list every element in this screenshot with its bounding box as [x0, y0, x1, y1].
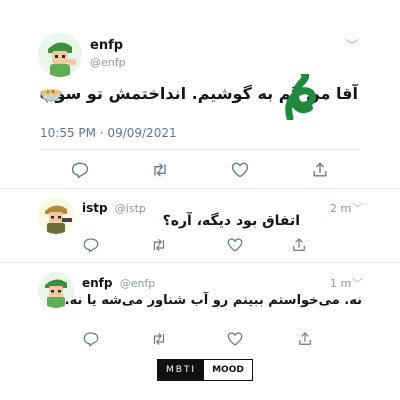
- tweet-separator: [0, 188, 400, 189]
- brand-left-label: MBTI: [158, 360, 205, 380]
- reply-icon[interactable]: [82, 330, 100, 348]
- chevron-down-icon[interactable]: ﹀: [345, 36, 359, 56]
- reply-text: نه. می‌خواستم ببینم رو آب شناور می‌شه یا…: [64, 293, 362, 308]
- main-tweet: enfp @enfp ﹀ آقا من گم به گوشیم. انداختم…: [0, 0, 400, 180]
- like-icon[interactable]: [226, 330, 244, 348]
- character-avatar-icon: [38, 198, 74, 234]
- enfp-avatar[interactable]: [38, 33, 82, 77]
- action-bar: [0, 330, 400, 350]
- chevron-down-icon[interactable]: ﹀: [352, 200, 363, 216]
- reply-icon[interactable]: [70, 160, 90, 180]
- istp-avatar[interactable]: [38, 198, 74, 234]
- retweet-icon[interactable]: [150, 160, 170, 180]
- divider: [40, 149, 360, 150]
- author-handle[interactable]: @enfp: [90, 56, 126, 69]
- like-icon[interactable]: [230, 160, 250, 180]
- reply-icon[interactable]: [82, 236, 100, 254]
- reply-text: اتفاق بود دیگه، آره؟: [162, 213, 300, 229]
- like-icon[interactable]: [226, 236, 244, 254]
- chevron-down-icon[interactable]: ﹀: [352, 275, 363, 291]
- action-bar: [0, 160, 400, 180]
- reply-time[interactable]: 1 m: [330, 277, 351, 290]
- retweet-icon[interactable]: [150, 236, 168, 254]
- scribble-mark: [285, 74, 317, 120]
- brand-badge: MBTI MOOD: [157, 359, 253, 381]
- soup-bowl-icon: [40, 89, 62, 102]
- author-name[interactable]: enfp: [90, 38, 123, 53]
- retweet-icon[interactable]: [150, 330, 168, 348]
- action-bar: [0, 236, 400, 256]
- reply-author-handle[interactable]: @enfp: [120, 277, 156, 290]
- reply-time[interactable]: 2 m: [330, 202, 351, 215]
- reply-author-name[interactable]: enfp @enfp: [82, 276, 155, 290]
- share-icon[interactable]: [296, 330, 314, 348]
- share-icon[interactable]: [310, 160, 330, 180]
- tweet-separator: [0, 262, 400, 263]
- character-avatar-icon: [38, 33, 82, 77]
- tweet-timestamp[interactable]: 10:55 PM · 09/09/2021: [40, 126, 177, 140]
- share-icon[interactable]: [290, 236, 308, 254]
- brand-right-label: MOOD: [204, 360, 252, 380]
